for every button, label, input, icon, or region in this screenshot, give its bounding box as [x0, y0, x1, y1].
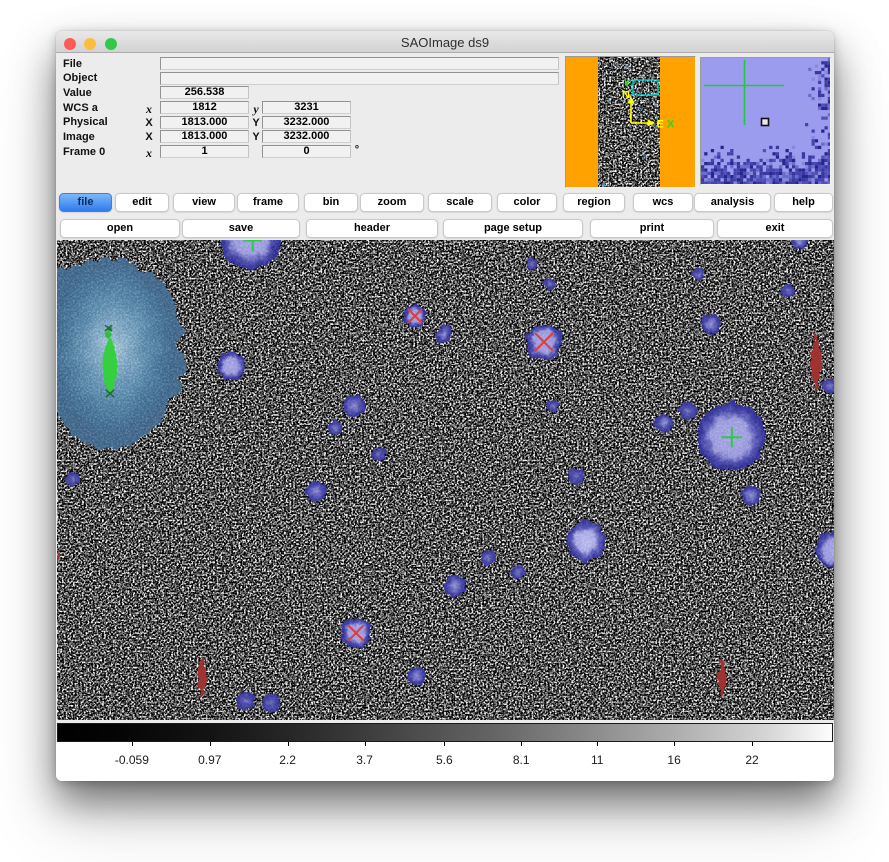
- svg-text:N: N: [622, 89, 630, 101]
- svg-text:E: E: [657, 119, 664, 131]
- svg-text:X: X: [667, 119, 675, 131]
